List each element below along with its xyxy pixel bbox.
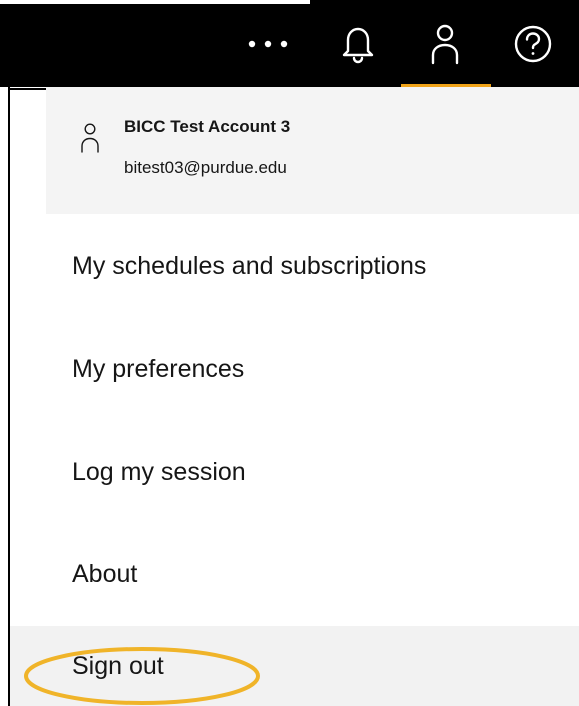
notification-bell-icon[interactable]: [330, 0, 386, 87]
account-info-section: [46, 87, 579, 214]
menu-item-label: My preferences: [72, 354, 245, 383]
menu-item-label: My schedules and subscriptions: [72, 251, 427, 280]
user-icon[interactable]: [412, 0, 478, 87]
menu-item-my-preferences[interactable]: My preferences: [10, 317, 579, 421]
menu-item-sign-out[interactable]: Sign out: [10, 626, 579, 706]
account-user-icon: [80, 122, 100, 154]
account-email: bitest03@purdue.edu: [124, 158, 287, 177]
account-name: BICC Test Account 3: [124, 117, 291, 136]
menu-item-log-session[interactable]: Log my session: [10, 420, 579, 524]
menu-item-label: Sign out: [72, 651, 164, 680]
panel-corner-divider: [8, 88, 46, 90]
menu-item-label: Log my session: [72, 457, 246, 486]
menu-item-label: About: [72, 559, 138, 588]
help-icon[interactable]: [500, 0, 566, 87]
more-icon[interactable]: [238, 0, 298, 87]
page: BICC Test Account 3 bitest03@purdue.edu …: [0, 0, 579, 706]
menu-item-my-schedules[interactable]: My schedules and subscriptions: [10, 214, 579, 318]
menu-item-about[interactable]: About: [10, 522, 579, 626]
top-navigation-bar: [0, 0, 579, 87]
